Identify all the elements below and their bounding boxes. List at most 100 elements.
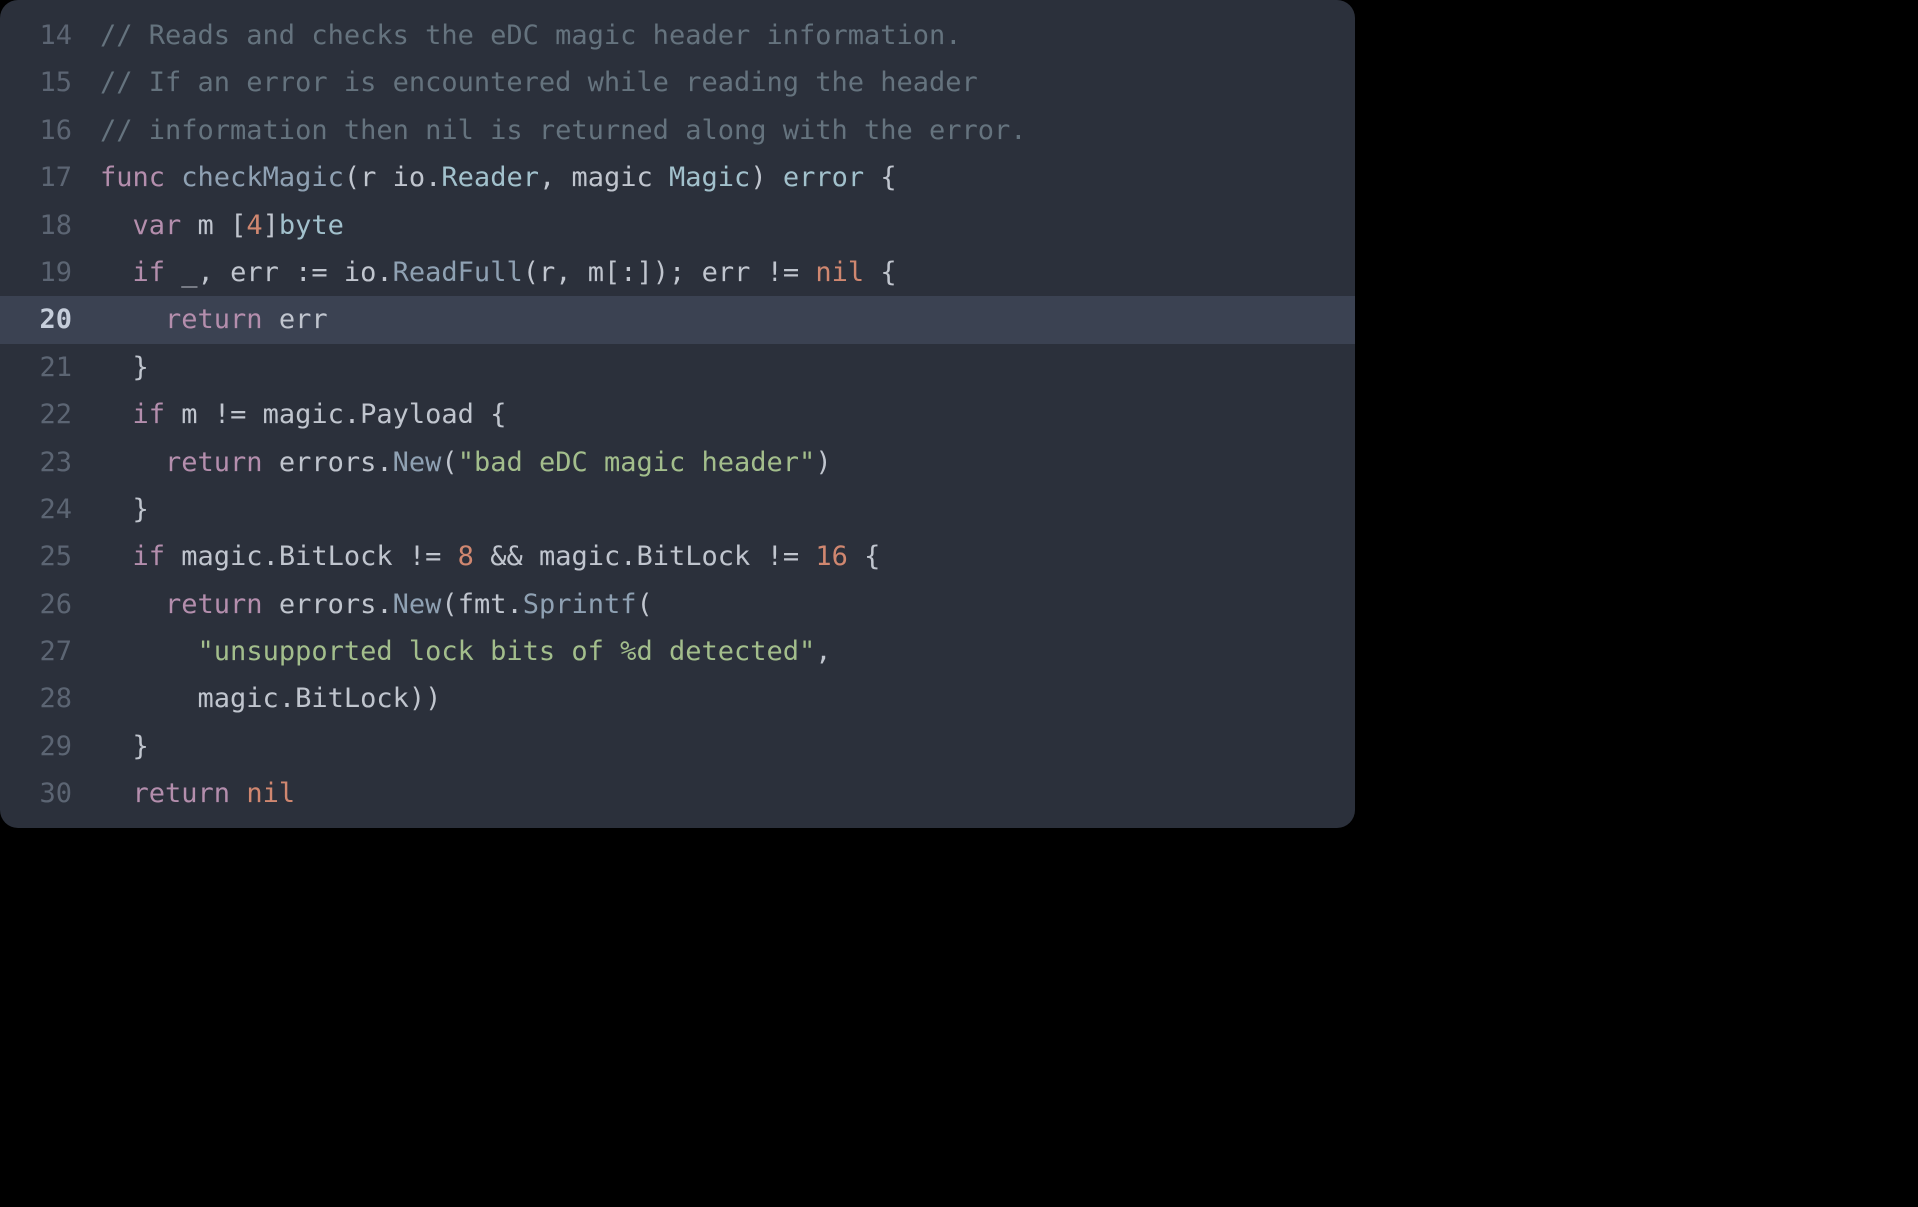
token: errors <box>263 447 377 478</box>
line-content[interactable]: // Reads and checks the eDC magic header… <box>100 12 1355 59</box>
line-content[interactable]: "unsupported lock bits of %d detected", <box>100 628 1355 675</box>
code-line[interactable]: 28 magic.BitLock)) <box>0 675 1355 722</box>
line-content[interactable]: if magic.BitLock != 8 && magic.BitLock !… <box>100 533 1355 580</box>
token: } <box>100 352 149 383</box>
line-content[interactable]: return errors.New("bad eDC magic header"… <box>100 439 1355 486</box>
token: != <box>214 399 263 430</box>
line-content[interactable]: func checkMagic(r io.Reader, magic Magic… <box>100 154 1355 201</box>
line-number: 17 <box>0 154 100 201</box>
token: var <box>133 210 182 241</box>
code-line[interactable]: 27 "unsupported lock bits of %d detected… <box>0 628 1355 675</box>
token: err <box>230 257 295 288</box>
code-line[interactable]: 24 } <box>0 486 1355 533</box>
token: [ <box>230 210 246 241</box>
code-line[interactable]: 30 return nil <box>0 770 1355 817</box>
code-line[interactable]: 18 var m [4]byte <box>0 202 1355 249</box>
token: if <box>133 541 166 572</box>
code-line[interactable]: 20 return err <box>0 296 1355 343</box>
token: ( <box>344 162 360 193</box>
line-content[interactable]: // If an error is encountered while read… <box>100 59 1355 106</box>
token: . <box>279 683 295 714</box>
token: m <box>181 210 230 241</box>
token: . <box>376 257 392 288</box>
code-editor[interactable]: 14// Reads and checks the eDC magic head… <box>0 0 1355 828</box>
token: { <box>474 399 507 430</box>
token: . <box>425 162 441 193</box>
line-number: 26 <box>0 581 100 628</box>
token: if <box>133 399 166 430</box>
token: m <box>165 399 214 430</box>
line-content[interactable]: return errors.New(fmt.Sprintf( <box>100 581 1355 628</box>
line-content[interactable]: return nil <box>100 770 1355 817</box>
code-line[interactable]: 21 } <box>0 344 1355 391</box>
line-number: 27 <box>0 628 100 675</box>
token <box>100 589 165 620</box>
line-content[interactable]: } <box>100 723 1355 770</box>
code-line[interactable]: 15// If an error is encountered while re… <box>0 59 1355 106</box>
code-line[interactable]: 19 if _, err := io.ReadFull(r, m[:]); er… <box>0 249 1355 296</box>
token: != <box>767 541 816 572</box>
token: error <box>783 162 864 193</box>
code-line[interactable]: 26 return errors.New(fmt.Sprintf( <box>0 581 1355 628</box>
token: Payload <box>360 399 474 430</box>
token: 4 <box>246 210 262 241</box>
line-content[interactable]: } <box>100 486 1355 533</box>
token: BitLock <box>279 541 409 572</box>
code-line[interactable]: 16// information then nil is returned al… <box>0 107 1355 154</box>
line-content[interactable]: if m != magic.Payload { <box>100 391 1355 438</box>
token: BitLock <box>637 541 767 572</box>
token: magic <box>100 683 279 714</box>
line-content[interactable]: return err <box>100 296 1355 343</box>
line-content[interactable]: // information then nil is returned alon… <box>100 107 1355 154</box>
token: && <box>474 541 539 572</box>
code-line[interactable]: 29 } <box>0 723 1355 770</box>
code-line[interactable]: 22 if m != magic.Payload { <box>0 391 1355 438</box>
token: { <box>848 541 881 572</box>
token: ReadFull <box>393 257 523 288</box>
code-line[interactable]: 14// Reads and checks the eDC magic head… <box>0 12 1355 59</box>
token: return <box>165 304 263 335</box>
token: r <box>539 257 555 288</box>
token: func <box>100 162 165 193</box>
token: , <box>198 257 231 288</box>
code-line[interactable]: 17func checkMagic(r io.Reader, magic Mag… <box>0 154 1355 201</box>
token: != <box>409 541 458 572</box>
token: _ <box>165 257 198 288</box>
line-content[interactable]: if _, err := io.ReadFull(r, m[:]); err !… <box>100 249 1355 296</box>
token: errors <box>263 589 377 620</box>
token: return <box>165 447 263 478</box>
token: checkMagic <box>181 162 344 193</box>
code-area[interactable]: 14// Reads and checks the eDC magic head… <box>0 0 1355 828</box>
token: byte <box>279 210 344 241</box>
line-number: 14 <box>0 12 100 59</box>
code-line[interactable]: 25 if magic.BitLock != 8 && magic.BitLoc… <box>0 533 1355 580</box>
token: := <box>295 257 344 288</box>
token: // If an error is encountered while read… <box>100 67 978 98</box>
token: Magic <box>669 162 750 193</box>
token: return <box>165 589 263 620</box>
token: m <box>588 257 604 288</box>
token: { <box>864 257 897 288</box>
line-content[interactable]: magic.BitLock)) <box>100 675 1355 722</box>
token <box>100 636 198 667</box>
token: . <box>263 541 279 572</box>
token <box>100 210 133 241</box>
line-number: 15 <box>0 59 100 106</box>
token <box>100 447 165 478</box>
token: ( <box>441 589 457 620</box>
line-number: 29 <box>0 723 100 770</box>
token: [:]); <box>604 257 702 288</box>
token: != <box>767 257 816 288</box>
token <box>165 162 181 193</box>
token <box>230 778 246 809</box>
line-content[interactable]: var m [4]byte <box>100 202 1355 249</box>
line-number: 20 <box>0 296 100 343</box>
token <box>100 399 133 430</box>
line-number: 24 <box>0 486 100 533</box>
line-number: 25 <box>0 533 100 580</box>
code-line[interactable]: 23 return errors.New("bad eDC magic head… <box>0 439 1355 486</box>
line-number: 23 <box>0 439 100 486</box>
line-number: 19 <box>0 249 100 296</box>
line-content[interactable]: } <box>100 344 1355 391</box>
token: fmt <box>458 589 507 620</box>
